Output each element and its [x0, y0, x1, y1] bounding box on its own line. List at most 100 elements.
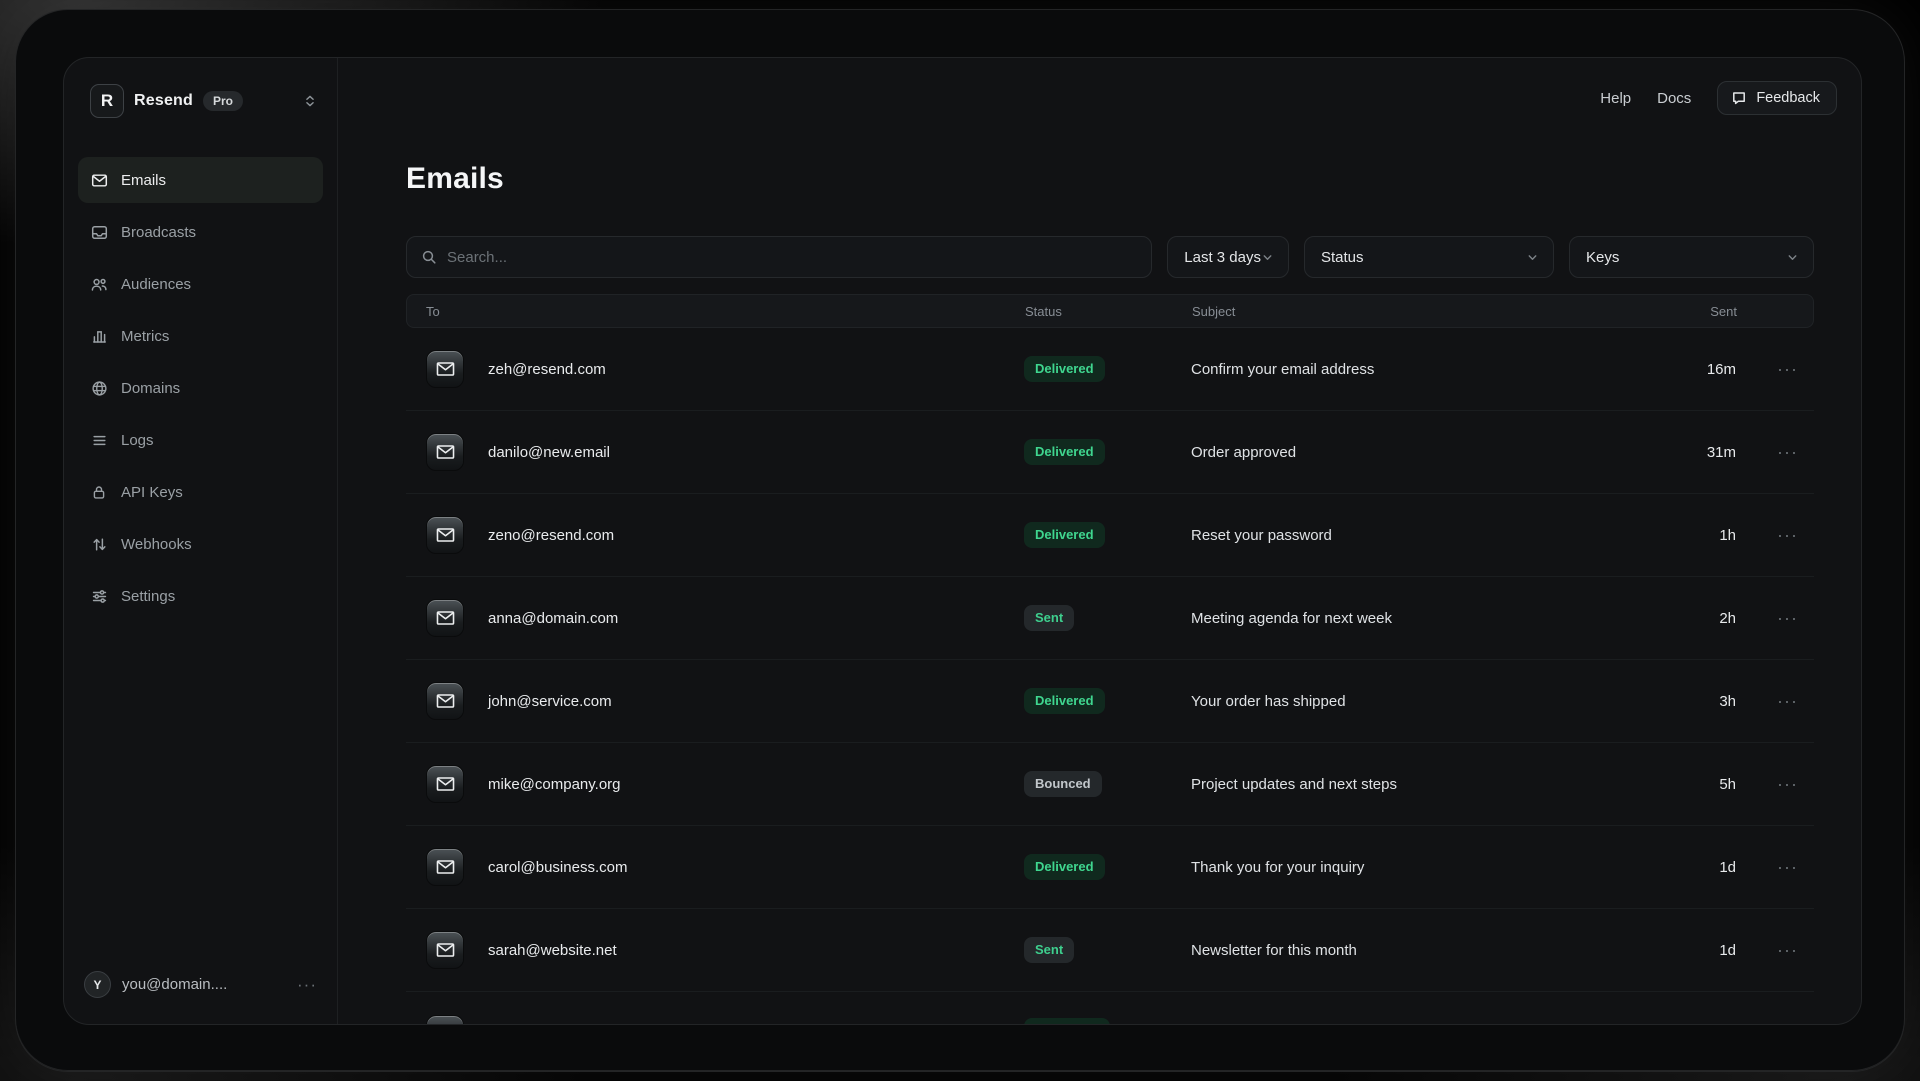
- sidebar-item-api-keys[interactable]: API Keys: [78, 469, 323, 515]
- sidebar-item-audiences[interactable]: Audiences: [78, 261, 323, 307]
- sidebar-item-label: Audiences: [121, 276, 191, 293]
- table-header: To Status Subject Sent: [406, 294, 1814, 328]
- table-row[interactable]: sarah@website.net Sent Newsletter for th…: [406, 909, 1814, 992]
- row-actions-icon[interactable]: ···: [1736, 857, 1814, 878]
- sidebar-item-settings[interactable]: Settings: [78, 573, 323, 619]
- filter-bar: Last 3 days Status Keys: [406, 236, 1814, 278]
- email-subject: Project updates and next steps: [1191, 776, 1676, 793]
- sidebar-item-label: Logs: [121, 432, 154, 449]
- avatar: Y: [84, 971, 111, 998]
- account-menu[interactable]: Y you@domain.... ···: [84, 971, 317, 998]
- filter-dropdown-keys[interactable]: Keys: [1569, 236, 1814, 278]
- status-badge: [1024, 1018, 1110, 1025]
- sidebar-item-label: Settings: [121, 588, 175, 605]
- table-row[interactable]: zeno@resend.com Delivered Reset your pas…: [406, 494, 1814, 577]
- sidebar-item-label: Broadcasts: [121, 224, 196, 241]
- table-row[interactable]: zeh@resend.com Delivered Confirm your em…: [406, 328, 1814, 411]
- table-row[interactable]: carol@business.com Delivered Thank you f…: [406, 826, 1814, 909]
- email-envelope-icon: [426, 350, 464, 388]
- search-field[interactable]: [406, 236, 1152, 278]
- mail-icon: [90, 172, 108, 189]
- email-subject: Your order has shipped: [1191, 693, 1676, 710]
- recipient-email: carol@business.com: [488, 859, 627, 876]
- sent-time: 3h: [1676, 693, 1736, 710]
- chevron-down-icon: [1526, 251, 1539, 264]
- dropdown-label: Keys: [1586, 249, 1619, 266]
- column-subject: Subject: [1192, 304, 1677, 319]
- filter-dropdown-status[interactable]: Status: [1304, 236, 1554, 278]
- sidebar-item-broadcasts[interactable]: Broadcasts: [78, 209, 323, 255]
- resend-logo: R: [90, 84, 124, 118]
- email-envelope-icon: [426, 516, 464, 554]
- row-actions-icon[interactable]: ···: [1736, 359, 1814, 380]
- brand-name: Resend: [134, 92, 193, 110]
- row-actions-icon[interactable]: ···: [1736, 940, 1814, 961]
- chevrons-up-down-icon[interactable]: [303, 94, 317, 108]
- sent-time: 1d: [1676, 942, 1736, 959]
- row-actions-icon[interactable]: ···: [1736, 691, 1814, 712]
- sent-time: 16m: [1676, 361, 1736, 378]
- docs-link[interactable]: Docs: [1657, 90, 1691, 107]
- sent-time: 2h: [1676, 610, 1736, 627]
- sidebar-item-logs[interactable]: Logs: [78, 417, 323, 463]
- status-badge: Delivered: [1024, 439, 1105, 465]
- row-actions-icon[interactable]: ···: [1736, 608, 1814, 629]
- chevron-down-icon: [1261, 251, 1274, 264]
- users-icon: [90, 276, 108, 293]
- table-row[interactable]: anna@domain.com Sent Meeting agenda for …: [406, 577, 1814, 660]
- recipient-email: zeno@resend.com: [488, 527, 614, 544]
- sent-time: 31m: [1676, 444, 1736, 461]
- sidebar-item-webhooks[interactable]: Webhooks: [78, 521, 323, 567]
- chevron-down-icon: [1786, 251, 1799, 264]
- search-input[interactable]: [447, 249, 1137, 266]
- feedback-bubble-icon: [1731, 90, 1747, 106]
- email-envelope-icon: [426, 433, 464, 471]
- recipient-email: danilo@new.email: [488, 444, 610, 461]
- arrows-up-down-icon: [90, 536, 108, 553]
- status-badge: Bounced: [1024, 771, 1102, 797]
- sidebar-item-emails[interactable]: Emails: [78, 157, 323, 203]
- table-row-partial[interactable]: ···: [406, 992, 1814, 1025]
- search-icon: [421, 249, 437, 265]
- emails-table: To Status Subject Sent zeh@resend.com De…: [406, 294, 1814, 1025]
- globe-icon: [90, 380, 108, 397]
- sent-time: 1d: [1676, 859, 1736, 876]
- sidebar-item-metrics[interactable]: Metrics: [78, 313, 323, 359]
- row-actions-icon[interactable]: ···: [1736, 525, 1814, 546]
- email-envelope-icon: [426, 931, 464, 969]
- email-envelope-icon: [426, 599, 464, 637]
- status-badge: Delivered: [1024, 688, 1105, 714]
- table-row[interactable]: john@service.com Delivered Your order ha…: [406, 660, 1814, 743]
- topbar: Help Docs Feedback: [338, 58, 1861, 116]
- account-options-icon[interactable]: ···: [297, 975, 317, 995]
- sidebar-item-label: Webhooks: [121, 536, 192, 553]
- email-subject: Meeting agenda for next week: [1191, 610, 1676, 627]
- email-envelope-icon: [426, 1015, 464, 1026]
- sliders-icon: [90, 588, 108, 605]
- inbox-icon: [90, 224, 108, 241]
- table-row[interactable]: mike@company.org Bounced Project updates…: [406, 743, 1814, 826]
- row-actions-icon[interactable]: ···: [1736, 442, 1814, 463]
- account-email: you@domain....: [122, 976, 227, 993]
- sidebar-item-domains[interactable]: Domains: [78, 365, 323, 411]
- row-actions-icon[interactable]: ···: [1736, 774, 1814, 795]
- window-bezel: R Resend Pro Emails Broadcasts Audiences…: [16, 10, 1904, 1071]
- recipient-email: mike@company.org: [488, 776, 621, 793]
- email-subject: Order approved: [1191, 444, 1676, 461]
- filter-dropdown-last-3-days[interactable]: Last 3 days: [1167, 236, 1289, 278]
- workspace-switcher[interactable]: R Resend Pro: [78, 83, 323, 119]
- email-envelope-icon: [426, 682, 464, 720]
- status-badge: Delivered: [1024, 854, 1105, 880]
- bar-chart-icon: [90, 328, 108, 345]
- status-badge: Delivered: [1024, 356, 1105, 382]
- help-link[interactable]: Help: [1600, 90, 1631, 107]
- status-badge: Sent: [1024, 937, 1074, 963]
- recipient-email: anna@domain.com: [488, 610, 618, 627]
- email-subject: Newsletter for this month: [1191, 942, 1676, 959]
- recipient-email: zeh@resend.com: [488, 361, 606, 378]
- table-row[interactable]: danilo@new.email Delivered Order approve…: [406, 411, 1814, 494]
- recipient-email: sarah@website.net: [488, 942, 617, 959]
- feedback-button[interactable]: Feedback: [1717, 81, 1837, 115]
- column-status: Status: [1025, 304, 1192, 319]
- filter-dropdowns: Last 3 days Status Keys: [1167, 236, 1814, 278]
